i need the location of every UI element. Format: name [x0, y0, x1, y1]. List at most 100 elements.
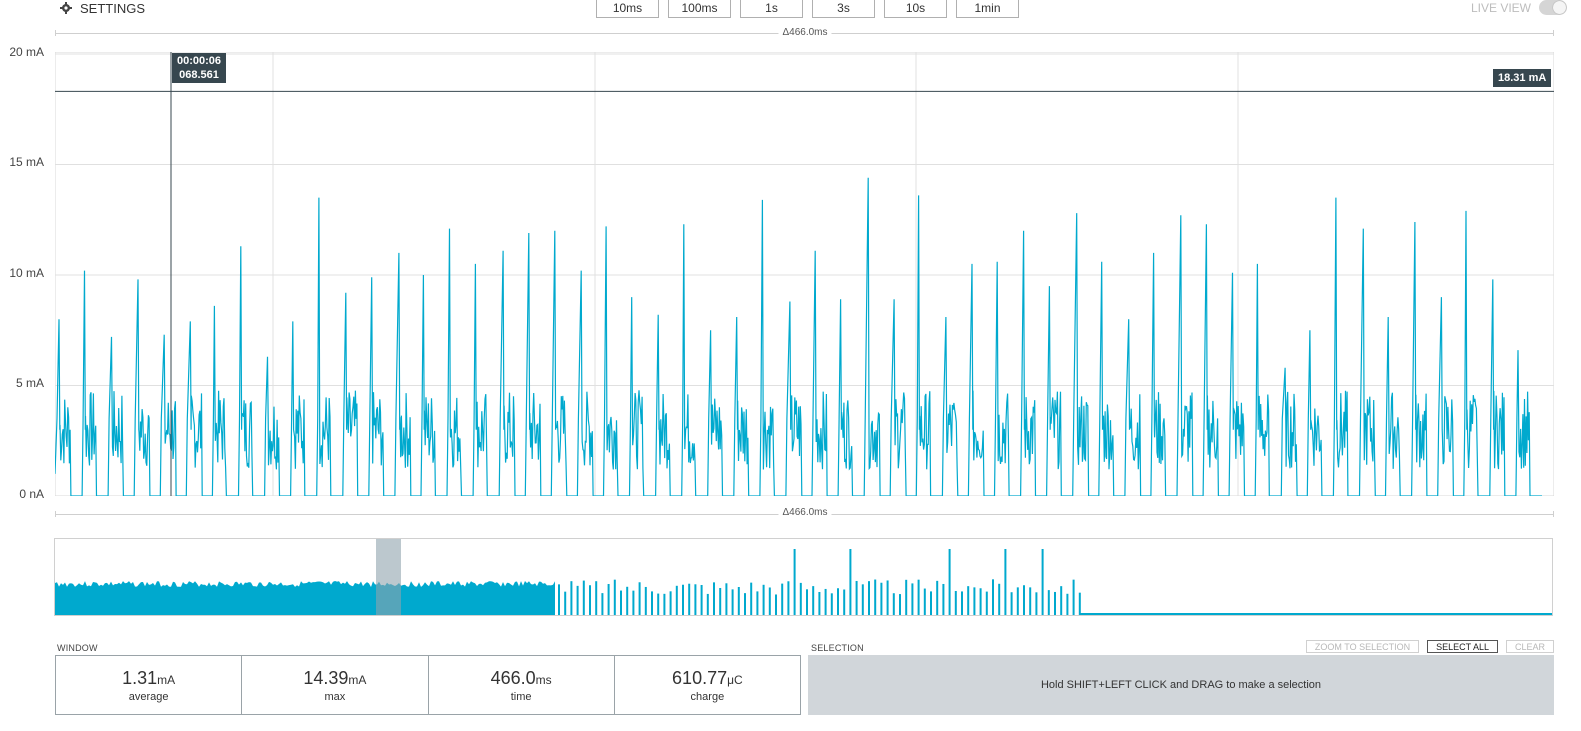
overview-spike [874, 579, 877, 615]
overview-spike [644, 586, 647, 615]
y-tick-label: 10 mA [9, 266, 44, 280]
overview-spike [750, 582, 753, 615]
overview-spike [843, 589, 846, 615]
overview-spike [911, 583, 914, 615]
overview-spike [700, 585, 703, 615]
stat-max-caption: max [324, 690, 346, 703]
live-view-toggle[interactable] [1539, 0, 1567, 15]
overview-spike [632, 590, 635, 615]
zoom-to-selection-button[interactable]: ZOOM TO SELECTION [1305, 640, 1420, 653]
overview-spike [669, 591, 672, 615]
overview-spike [706, 593, 709, 615]
overview-spike [1078, 592, 1081, 615]
overview-spike [651, 591, 653, 615]
y-tick-label: 15 mA [9, 155, 44, 169]
overview-spike [620, 590, 622, 615]
y-tick-label: 5 mA [15, 376, 44, 390]
overview-spike [967, 586, 970, 615]
stat-charge-value: 610.77 [672, 667, 728, 688]
overview-spike [936, 580, 939, 615]
cursor-time-tag[interactable]: 00:00:06 068.561 [172, 53, 227, 83]
overview-spike [762, 584, 765, 615]
overview-spike [812, 586, 815, 615]
overview-spike [824, 588, 827, 615]
window-10ms-button[interactable]: 10ms [596, 0, 659, 18]
settings-label: SETTINGS [80, 0, 146, 16]
live-view-label: LIVE VIEW [1470, 0, 1531, 15]
overview-spike [1066, 593, 1069, 615]
overview-spike [1060, 586, 1063, 615]
cursor-time-line1: 00:00:06 [177, 55, 222, 67]
overview-spike [675, 585, 678, 615]
overview-window-handle[interactable] [376, 539, 401, 615]
overview-spike [961, 591, 963, 615]
stat-time-caption: time [510, 690, 532, 703]
window-1min-button[interactable]: 1min [956, 0, 1019, 18]
y-tick-label: 20 mA [9, 45, 44, 59]
cursor-time-line2: 068.561 [179, 69, 219, 81]
overview-spike [725, 583, 728, 615]
overview-spike [1023, 585, 1025, 615]
delta-tick [1553, 30, 1554, 36]
clear-selection-button[interactable]: CLEAR [1505, 640, 1554, 653]
overview-spike [737, 587, 740, 615]
select-all-button[interactable]: SELECT ALL [1427, 640, 1498, 653]
delta-tick [55, 511, 56, 517]
overview-spike [713, 582, 715, 615]
overview-spike [719, 587, 722, 615]
overview-spike [744, 593, 746, 615]
overview-spike [830, 593, 833, 615]
overview-spike [942, 583, 945, 615]
stat-average-value: 1.31 [122, 667, 158, 688]
overview-spike [1016, 587, 1019, 615]
overview-spike [892, 593, 895, 615]
overview-spike [998, 583, 1001, 615]
overview-spike [992, 579, 994, 615]
overview-spike [787, 581, 790, 615]
window-100ms-button[interactable]: 100ms [668, 0, 731, 18]
overview-spike [930, 591, 932, 615]
cursor-lines [55, 52, 1554, 496]
overview-spike [682, 584, 684, 615]
overview-spike [849, 549, 852, 615]
overview-spike [793, 549, 796, 615]
overview-spike [954, 590, 957, 615]
overview-spike [1047, 590, 1050, 615]
delta-label-bottom: Δ466.0ms [778, 507, 832, 518]
delta-label-top: Δ466.0ms [778, 27, 832, 38]
stat-charge-caption: charge [690, 690, 725, 703]
stat-charge: 610.77μC charge [615, 656, 800, 714]
selection-buttons: ZOOM TO SELECTION SELECT ALL CLEAR [1305, 640, 1554, 653]
overview-spike [837, 588, 839, 615]
overview-spike [861, 584, 864, 615]
window-3s-button[interactable]: 3s [812, 0, 875, 18]
delta-tick [1553, 511, 1554, 517]
overview-spike [985, 591, 988, 615]
overview-chart[interactable] [54, 538, 1553, 616]
overview-dense-region [55, 581, 555, 615]
live-view-control: LIVE VIEW [1471, 0, 1567, 15]
overview-spike [1010, 592, 1013, 615]
window-1s-button[interactable]: 1s [740, 0, 803, 18]
overview-spike [626, 586, 629, 615]
overview-spike [613, 579, 616, 615]
overview-spike [868, 581, 870, 615]
overview-spike [638, 582, 641, 615]
current-trace-path [55, 177, 1542, 496]
stat-max: 14.39mA max [242, 656, 429, 714]
selection-panel[interactable]: Hold SHIFT+LEFT CLICK and DRAG to make a… [808, 655, 1554, 715]
overview-spike [663, 593, 666, 615]
window-10s-button[interactable]: 10s [884, 0, 947, 18]
overview-spike [775, 594, 777, 615]
current-chart[interactable] [55, 52, 1554, 496]
overview-spike [1035, 592, 1038, 615]
overview-spike [1041, 549, 1044, 615]
settings-button[interactable]: SETTINGS [60, 0, 145, 16]
window-stats: 1.31mA average 14.39mA max 466.0ms time … [55, 655, 801, 715]
overview-spike [582, 580, 585, 615]
overview-trace [55, 549, 1552, 615]
overview-spike [979, 588, 982, 615]
stat-time-value: 466.0 [490, 667, 536, 688]
overview-spike [589, 585, 591, 615]
cursor-value-tag[interactable]: 18.31 mA [1493, 69, 1552, 87]
